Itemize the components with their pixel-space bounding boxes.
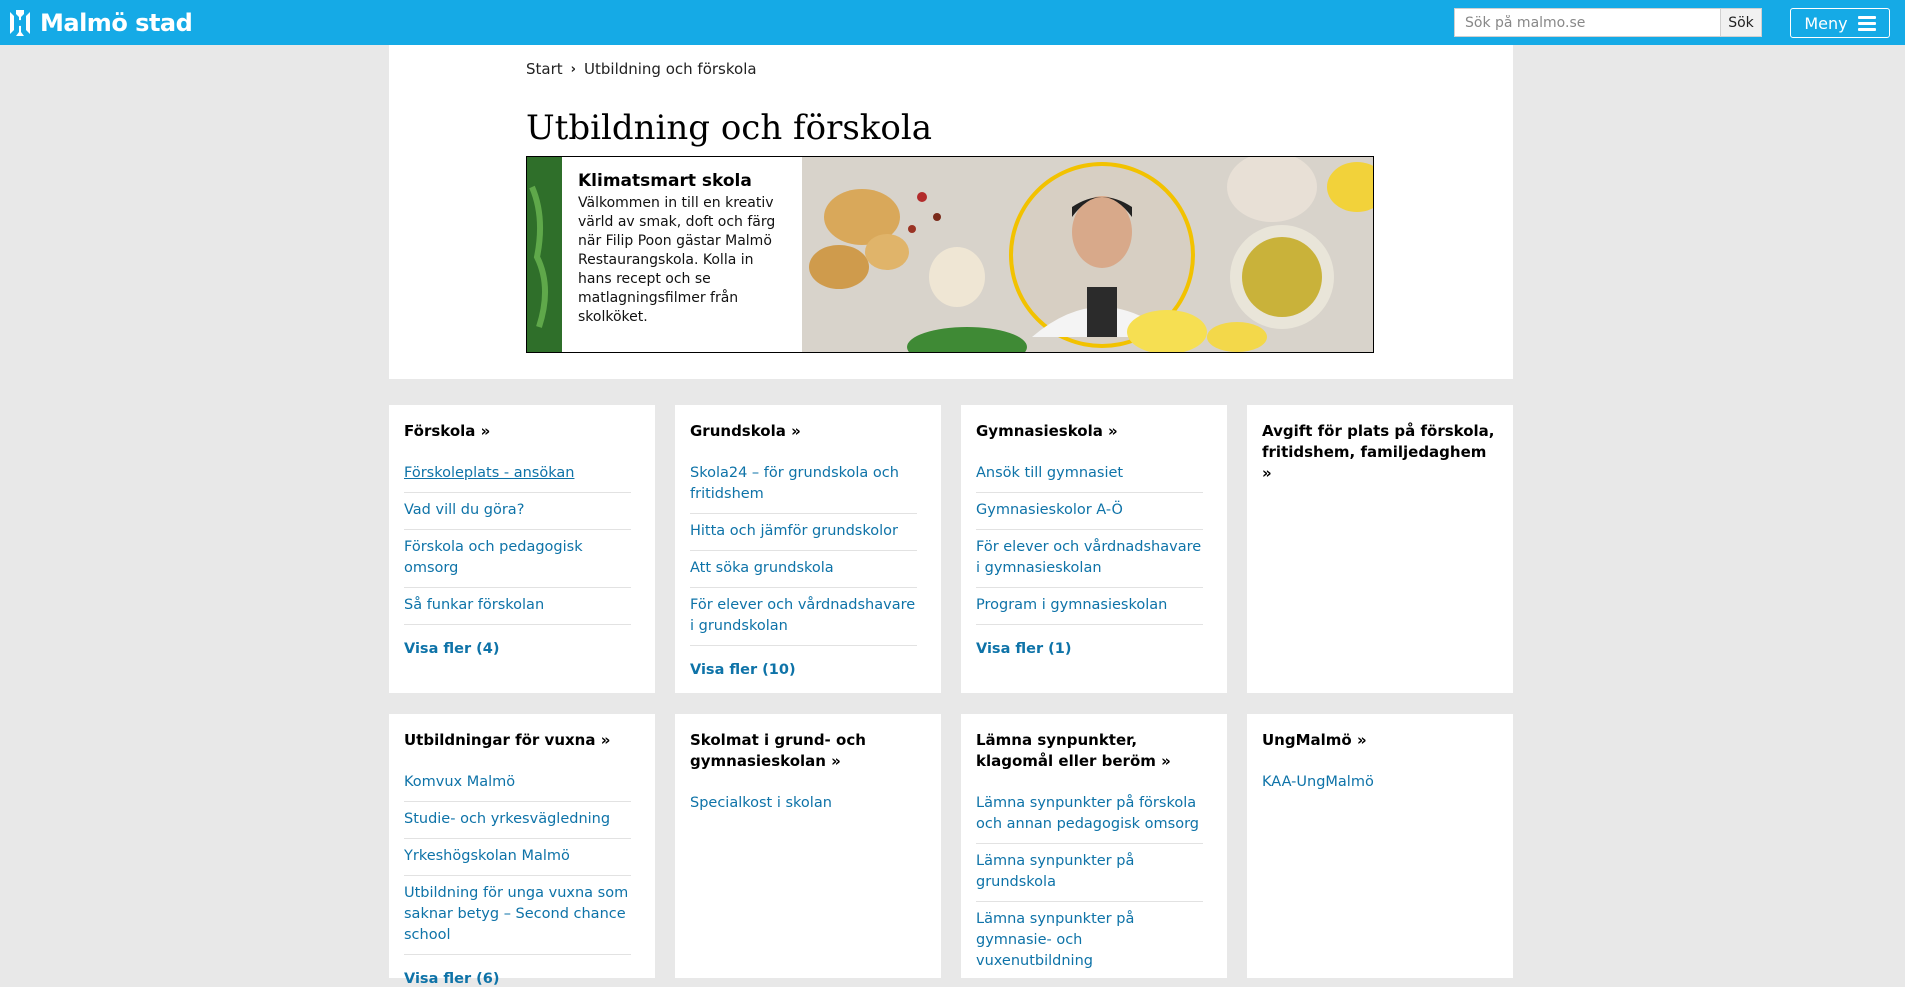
card-ungmalmo: UngMalmö » KAA-UngMalmö	[1247, 714, 1513, 978]
link-list: Ansök till gymnasiet Gymnasieskolor A-Ö …	[976, 456, 1203, 625]
list-item: Utbildning för unga vuxna som saknar bet…	[404, 876, 631, 955]
search-form: Sök	[1454, 8, 1762, 37]
banner-text-box: Klimatsmart skola Välkommen in till en k…	[562, 157, 802, 352]
list-item: Lämna synpunkter på förskola och annan p…	[976, 786, 1203, 844]
card-link[interactable]: Studie- och yrkesvägledning	[404, 809, 631, 830]
link-list: Specialkost i skolan	[690, 786, 917, 822]
show-more-link[interactable]: Visa fler (10)	[690, 662, 926, 678]
logo-link[interactable]: Malmö stad	[8, 8, 193, 38]
banner-title: Klimatsmart skola	[578, 171, 752, 191]
card-link[interactable]: Förskoleplats - ansökan	[404, 463, 631, 484]
card-link[interactable]: KAA-UngMalmö	[1262, 772, 1489, 793]
list-item: Program i gymnasieskolan	[976, 588, 1203, 625]
list-item: Att söka grundskola	[690, 551, 917, 588]
list-item: Ansök till gymnasiet	[976, 456, 1203, 493]
list-item: Lämna synpunkter på gymnasie- och vuxenu…	[976, 902, 1203, 980]
hero-section: Start › Utbildning och förskola Utbildni…	[389, 45, 1513, 379]
card-gymnasieskola: Gymnasieskola » Ansök till gymnasiet Gym…	[961, 405, 1227, 693]
card-skolmat: Skolmat i grund- och gymnasieskolan » Sp…	[675, 714, 941, 978]
card-title[interactable]: Lämna synpunkter, klagomål eller beröm »	[976, 730, 1212, 772]
chevron-right-icon: ›	[570, 61, 577, 77]
list-item: KAA-UngMalmö	[1262, 765, 1489, 801]
card-link[interactable]: Lämna synpunkter på förskola och annan p…	[976, 793, 1203, 835]
menu-label: Meny	[1804, 13, 1848, 33]
link-list: Förskoleplats - ansökan Vad vill du göra…	[404, 456, 631, 625]
list-item: Gymnasieskolor A-Ö	[976, 493, 1203, 530]
card-link[interactable]: För elever och vårdnadshavare i gymnasie…	[976, 537, 1203, 579]
list-item: Komvux Malmö	[404, 765, 631, 802]
card-avgift: Avgift för plats på förskola, fritidshem…	[1247, 405, 1513, 693]
list-item: Skola24 – för grundskola och fritidshem	[690, 456, 917, 514]
card-title[interactable]: Avgift för plats på förskola, fritidshem…	[1262, 421, 1498, 484]
card-link[interactable]: Hitta och jämför grundskolor	[690, 521, 917, 542]
card-link[interactable]: För elever och vårdnadshavare i grundsko…	[690, 595, 917, 637]
search-button[interactable]: Sök	[1720, 8, 1762, 37]
card-title[interactable]: Skolmat i grund- och gymnasieskolan »	[690, 730, 926, 772]
show-more-link[interactable]: Visa fler (4)	[404, 641, 640, 657]
link-list: Komvux Malmö Studie- och yrkesvägledning…	[404, 765, 631, 955]
top-bar: Malmö stad Sök Meny	[0, 0, 1905, 45]
card-link[interactable]: Lämna synpunkter på gymnasie- och vuxenu…	[976, 909, 1203, 972]
card-forskola: Förskola » Förskoleplats - ansökan Vad v…	[389, 405, 655, 693]
menu-button[interactable]: Meny	[1790, 8, 1890, 38]
card-title[interactable]: Gymnasieskola »	[976, 421, 1212, 442]
card-link[interactable]: Att söka grundskola	[690, 558, 917, 579]
link-list: KAA-UngMalmö	[1262, 765, 1489, 801]
banner-text: Välkommen in till en kreativ värld av sm…	[578, 195, 776, 325]
card-link[interactable]: Ansök till gymnasiet	[976, 463, 1203, 484]
card-synpunkter: Lämna synpunkter, klagomål eller beröm »…	[961, 714, 1227, 978]
list-item: Vad vill du göra?	[404, 493, 631, 530]
list-item: Yrkeshögskolan Malmö	[404, 839, 631, 876]
list-item: Förskola och pedagogisk omsorg	[404, 530, 631, 588]
card-link[interactable]: Lämna synpunkter på grundskola	[976, 851, 1203, 893]
breadcrumb-start-link[interactable]: Start	[526, 60, 563, 78]
card-title[interactable]: Grundskola »	[690, 421, 926, 442]
list-item: För elever och vårdnadshavare i gymnasie…	[976, 530, 1203, 588]
page-title: Utbildning och förskola	[526, 108, 933, 148]
list-item: Förskoleplats - ansökan	[404, 456, 631, 493]
hamburger-icon	[1857, 15, 1876, 31]
link-list: Skola24 – för grundskola och fritidshem …	[690, 456, 917, 646]
list-item: Specialkost i skolan	[690, 786, 917, 822]
list-item: Studie- och yrkesvägledning	[404, 802, 631, 839]
list-item: Hitta och jämför grundskolor	[690, 514, 917, 551]
list-item: Lämna synpunkter på grundskola	[976, 844, 1203, 902]
list-item: För elever och vårdnadshavare i grundsko…	[690, 588, 917, 646]
card-link[interactable]: Så funkar förskolan	[404, 595, 631, 616]
card-grundskola: Grundskola » Skola24 – för grundskola oc…	[675, 405, 941, 693]
card-title[interactable]: Utbildningar för vuxna »	[404, 730, 640, 751]
promo-banner[interactable]: Klimatsmart skola Välkommen in till en k…	[526, 156, 1374, 353]
show-more-link[interactable]: Visa fler (1)	[976, 641, 1212, 657]
logo-text: Malmö stad	[40, 9, 193, 37]
card-vuxna: Utbildningar för vuxna » Komvux Malmö St…	[389, 714, 655, 987]
card-link[interactable]: Program i gymnasieskolan	[976, 595, 1203, 616]
card-title[interactable]: UngMalmö »	[1262, 730, 1498, 751]
link-list: Lämna synpunkter på förskola och annan p…	[976, 786, 1203, 980]
search-input[interactable]	[1454, 8, 1720, 37]
malmo-crest-icon	[10, 10, 30, 36]
card-title[interactable]: Förskola »	[404, 421, 640, 442]
card-link[interactable]: Yrkeshögskolan Malmö	[404, 846, 631, 867]
breadcrumb-current: Utbildning och förskola	[584, 60, 757, 78]
card-link[interactable]: Gymnasieskolor A-Ö	[976, 500, 1203, 521]
breadcrumb: Start › Utbildning och förskola	[526, 60, 757, 78]
card-link[interactable]: Förskola och pedagogisk omsorg	[404, 537, 631, 579]
card-link[interactable]: Komvux Malmö	[404, 772, 631, 793]
card-link[interactable]: Skola24 – för grundskola och fritidshem	[690, 463, 917, 505]
list-item: Så funkar förskolan	[404, 588, 631, 625]
card-link[interactable]: Vad vill du göra?	[404, 500, 631, 521]
card-link[interactable]: Specialkost i skolan	[690, 793, 917, 814]
show-more-link[interactable]: Visa fler (6)	[404, 971, 640, 987]
card-link[interactable]: Utbildning för unga vuxna som saknar bet…	[404, 883, 631, 946]
